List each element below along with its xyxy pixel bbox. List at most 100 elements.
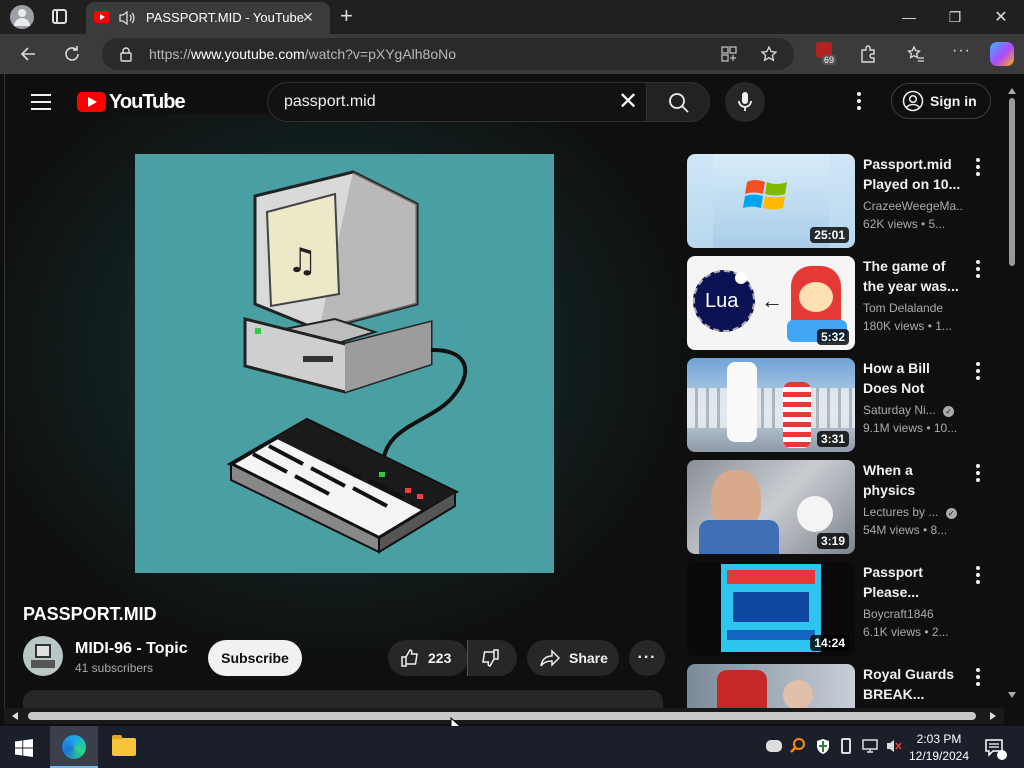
recommendation-title[interactable]: When a physics teacher know... xyxy=(863,460,963,500)
app-available-icon[interactable] xyxy=(720,45,738,63)
browser-title-bar: PASSPORT.MID - YouTube ✕ + — ❐ ✕ xyxy=(0,0,1024,34)
recommendation-title[interactable]: The game of the year was... xyxy=(863,256,963,296)
scroll-down-arrow-icon[interactable] xyxy=(1008,692,1016,698)
more-actions-button[interactable]: ··· xyxy=(629,640,665,676)
recommendation-item[interactable]: 3:19 When a physics teacher know... Lect… xyxy=(687,460,1007,556)
windows-logo-icon xyxy=(743,180,787,210)
lua-thumb-text: Lua xyxy=(705,290,739,312)
video-thumbnail[interactable]: Lua ← 5:32 xyxy=(687,256,855,350)
vertical-scroll-thumb[interactable] xyxy=(1009,98,1015,266)
close-window-button[interactable]: ✕ xyxy=(978,0,1024,34)
usb-tray-icon[interactable] xyxy=(841,738,851,754)
recommendation-title[interactable]: Passport.mid Played on 10... xyxy=(863,154,963,194)
search-box[interactable]: passport.mid ✕ xyxy=(267,82,647,122)
minimize-button[interactable]: — xyxy=(886,0,932,34)
more-vertical-icon[interactable] xyxy=(973,158,983,176)
clock-time[interactable]: 2:03 PM xyxy=(912,732,966,746)
recommendation-item[interactable]: 3:31 How a Bill Does Not Become a... Sat… xyxy=(687,358,1007,454)
more-vertical-icon[interactable] xyxy=(973,362,983,380)
video-thumbnail[interactable]: 3:19 xyxy=(687,460,855,554)
youtube-logo[interactable]: YouTube xyxy=(77,91,186,113)
recommendation-channel[interactable]: CrazeeWeegeMa... xyxy=(863,199,963,213)
file-explorer-icon[interactable] xyxy=(112,735,136,756)
recommendation-item[interactable]: Royal Guards BREAK... xyxy=(687,664,1007,710)
sign-in-button[interactable]: Sign in xyxy=(891,83,991,119)
more-vertical-icon[interactable] xyxy=(973,260,983,278)
recommendation-title[interactable]: Passport Please... xyxy=(863,562,963,602)
copilot-icon[interactable] xyxy=(990,42,1014,66)
recommendation-channel[interactable]: Boycraft1846 xyxy=(863,607,963,621)
favorite-star-icon[interactable] xyxy=(760,45,778,63)
recommendation-channel[interactable]: Saturday Ni... ✓ xyxy=(863,403,973,417)
tab-actions-icon[interactable] xyxy=(52,9,67,24)
scroll-up-arrow-icon[interactable] xyxy=(1008,88,1016,94)
youtube-logo-text: YouTube xyxy=(109,91,186,113)
like-button[interactable]: 223 xyxy=(388,640,468,676)
youtube-play-icon xyxy=(77,92,106,112)
edge-icon xyxy=(62,735,86,759)
share-label: Share xyxy=(569,650,608,666)
refresh-icon[interactable] xyxy=(62,44,82,64)
discord-tray-icon[interactable] xyxy=(766,740,782,752)
edge-taskbar-button[interactable] xyxy=(50,726,98,768)
more-vertical-icon[interactable] xyxy=(973,464,983,482)
back-arrow-icon[interactable] xyxy=(18,44,38,64)
windows-start-icon[interactable] xyxy=(15,739,33,757)
more-vertical-icon[interactable] xyxy=(973,566,983,584)
search-button[interactable] xyxy=(646,82,710,122)
share-button[interactable]: Share xyxy=(527,640,619,676)
horizontal-scrollbar[interactable] xyxy=(4,708,1004,724)
scroll-right-arrow-icon[interactable] xyxy=(990,712,996,720)
search-icon xyxy=(669,93,689,113)
recommendation-title[interactable]: How a Bill Does Not Become a... xyxy=(863,358,963,398)
video-duration: 3:19 xyxy=(816,533,849,549)
voice-search-button[interactable] xyxy=(725,82,765,122)
dislike-button[interactable] xyxy=(467,640,517,676)
more-menu-icon[interactable]: ··· xyxy=(952,42,971,60)
address-bar[interactable]: https://www.youtube.com/watch?v=pXYgAlh8… xyxy=(102,38,794,70)
recommendation-item[interactable]: 14:24 Passport Please... Boycraft1846 6.… xyxy=(687,562,1007,658)
channel-avatar[interactable] xyxy=(23,636,63,676)
like-count: 223 xyxy=(428,650,452,666)
url-text[interactable]: https://www.youtube.com/watch?v=pXYgAlh8… xyxy=(149,46,456,62)
video-title: PASSPORT.MID xyxy=(23,604,157,624)
tab-active[interactable]: PASSPORT.MID - YouTube ✕ xyxy=(86,2,330,34)
channel-name[interactable]: MIDI-96 - Topic xyxy=(75,640,188,658)
hamburger-menu-icon[interactable] xyxy=(31,94,51,110)
extensions-puzzle-icon[interactable] xyxy=(858,44,878,64)
volume-muted-icon[interactable] xyxy=(885,738,903,754)
speaker-icon[interactable] xyxy=(118,9,136,27)
tab-close-icon[interactable]: ✕ xyxy=(302,9,314,26)
video-duration: 14:24 xyxy=(810,635,849,651)
security-shield-icon[interactable] xyxy=(815,738,831,755)
favorites-list-icon[interactable] xyxy=(906,44,926,64)
recommendation-channel[interactable]: Lectures by ... ✓ xyxy=(863,505,973,519)
network-icon[interactable] xyxy=(862,738,880,754)
share-icon xyxy=(540,649,561,667)
video-thumbnail[interactable]: 3:31 xyxy=(687,358,855,452)
clear-search-icon[interactable]: ✕ xyxy=(618,87,638,116)
video-thumbnail[interactable]: 25:01 xyxy=(687,154,855,248)
youtube-favicon-icon xyxy=(94,11,110,23)
clock-date[interactable]: 12/19/2024 xyxy=(906,749,972,763)
video-thumbnail[interactable] xyxy=(687,664,855,710)
recommendation-title[interactable]: Royal Guards BREAK... xyxy=(863,664,963,704)
video-thumbnail[interactable]: 14:24 xyxy=(687,562,855,656)
profile-icon[interactable] xyxy=(10,5,34,29)
recommendation-item[interactable]: Lua ← 5:32 The game of the year was... T… xyxy=(687,256,1007,352)
video-player[interactable]: ♫ xyxy=(135,154,554,573)
more-vertical-icon[interactable] xyxy=(973,668,983,686)
recommendation-channel[interactable]: Tom Delalande xyxy=(863,301,963,315)
search-tray-icon[interactable] xyxy=(790,738,806,754)
new-tab-button[interactable]: + xyxy=(340,3,353,29)
subscribe-button[interactable]: Subscribe xyxy=(208,640,302,676)
lock-icon[interactable] xyxy=(118,46,134,62)
horizontal-scroll-thumb[interactable] xyxy=(28,712,976,720)
restore-button[interactable]: ❐ xyxy=(932,0,978,34)
scroll-left-arrow-icon[interactable] xyxy=(12,712,18,720)
vertical-scrollbar[interactable] xyxy=(1006,88,1018,700)
settings-more-icon[interactable] xyxy=(857,92,861,112)
description-box[interactable] xyxy=(23,690,663,710)
search-input[interactable]: passport.mid xyxy=(284,93,376,111)
recommendation-item[interactable]: 25:01 Passport.mid Played on 10... Craze… xyxy=(687,154,1007,250)
